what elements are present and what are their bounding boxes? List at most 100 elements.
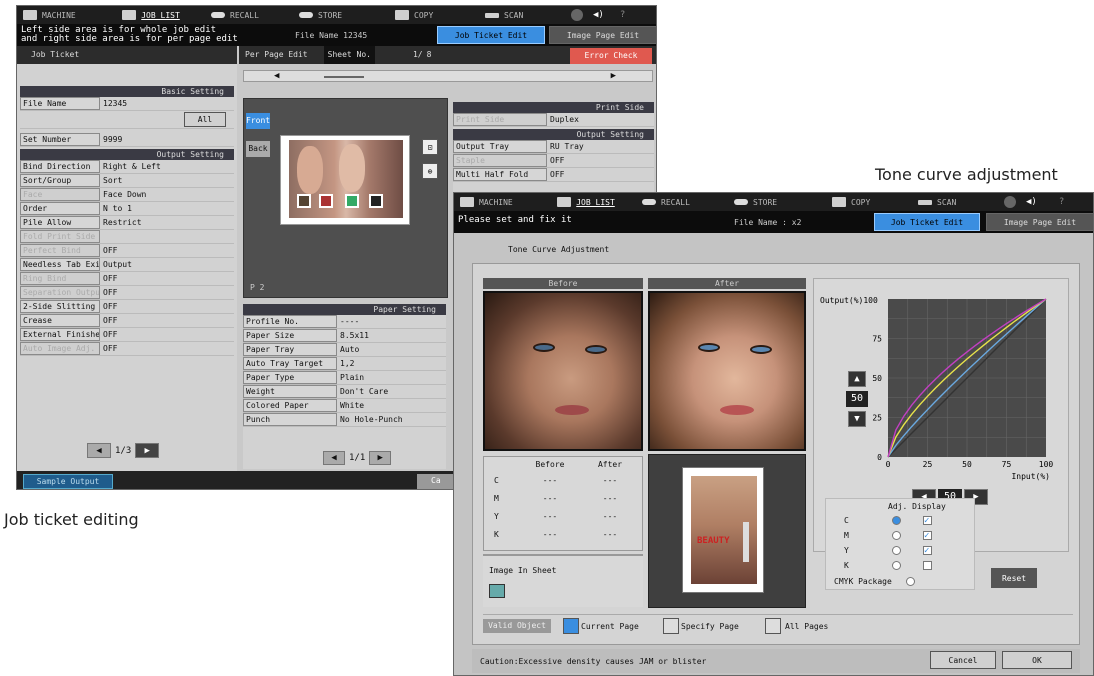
setting-button[interactable]: Bind Direction xyxy=(20,160,100,173)
zoom-fit-icon[interactable]: ⊡ xyxy=(422,139,438,155)
output-setting-button[interactable]: Multi Half Fold xyxy=(453,168,547,181)
pager-right: ◀ 1/1 ▶ xyxy=(323,451,392,465)
setting-button[interactable]: Separation Output xyxy=(20,286,100,299)
back-button[interactable]: Back xyxy=(246,141,270,157)
tab-copy[interactable]: COPY xyxy=(389,6,479,24)
set-number-button[interactable]: Set Number xyxy=(20,133,100,146)
paper-row: Punch No Hole-Punch xyxy=(243,413,446,427)
paper-row: Weight Don't Care xyxy=(243,385,446,399)
adj-radio[interactable] xyxy=(892,546,901,555)
prev-page-button[interactable]: ◀ xyxy=(87,443,111,458)
paper-setting-button[interactable]: Colored Paper xyxy=(243,399,337,412)
tab-scan[interactable]: SCAN xyxy=(479,6,569,24)
cancel-button[interactable]: Cancel xyxy=(930,651,996,669)
display-checkbox[interactable] xyxy=(923,561,932,570)
file-name-button[interactable]: File Name xyxy=(20,97,100,110)
help-icon[interactable]: ? xyxy=(1059,197,1064,207)
adj-radio[interactable] xyxy=(892,516,901,525)
paper-setting-button[interactable]: Profile No. xyxy=(243,315,337,328)
front-button[interactable]: Front xyxy=(246,113,270,129)
setting-value: OFF xyxy=(103,344,118,353)
setting-value: OFF xyxy=(103,330,118,339)
tab-store-2[interactable]: STORE xyxy=(728,193,826,211)
ok-button[interactable]: OK xyxy=(1002,651,1072,669)
sheet-no-field[interactable]: Sheet No. xyxy=(323,46,375,64)
error-check-button[interactable]: Error Check xyxy=(570,48,652,64)
adj-radio[interactable] xyxy=(892,531,901,540)
print-side-button[interactable]: Print Side xyxy=(453,113,547,126)
output-up-button[interactable]: ▲ xyxy=(848,371,866,387)
paper-prev-button[interactable]: ◀ xyxy=(323,451,345,465)
setting-button[interactable]: Auto Image Adj. xyxy=(20,342,100,355)
globe-icon[interactable] xyxy=(1004,196,1016,208)
setting-row: Pile Allow Restrict xyxy=(20,216,234,230)
tab-machine[interactable]: MACHINE xyxy=(17,6,97,24)
paper-setting-button[interactable]: Paper Size xyxy=(243,329,337,342)
job-ticket-edit-tab-2[interactable]: Job Ticket Edit xyxy=(874,213,980,231)
sample-output-button[interactable]: Sample Output xyxy=(23,474,113,489)
setting-button[interactable]: Needless Tab Exit xyxy=(20,258,100,271)
job-ticket-edit-tab[interactable]: Job Ticket Edit xyxy=(437,26,545,44)
setting-button[interactable]: Perfect Bind xyxy=(20,244,100,257)
paper-setting-button[interactable]: Punch xyxy=(243,413,337,426)
tab-scan-2[interactable]: SCAN xyxy=(912,193,1000,211)
display-checkbox[interactable]: ✓ xyxy=(923,546,932,556)
two-women-photo xyxy=(289,140,403,218)
paper-setting-button[interactable]: Auto Tray Target xyxy=(243,357,337,370)
current-page-checkbox[interactable] xyxy=(563,618,579,634)
speaker-icon[interactable]: ◀) xyxy=(1026,197,1037,207)
display-checkbox[interactable]: ✓ xyxy=(923,531,932,541)
setting-row: Face Face Down xyxy=(20,188,234,202)
speaker-icon[interactable]: ◀) xyxy=(593,10,604,20)
globe-icon[interactable] xyxy=(571,9,583,21)
tab-recall[interactable]: RECALL xyxy=(205,6,293,24)
setting-button[interactable]: 2-Side Slitting xyxy=(20,300,100,313)
setting-button[interactable]: Sort/Group xyxy=(20,174,100,187)
reset-button[interactable]: Reset xyxy=(991,568,1037,588)
paper-setting-button[interactable]: Weight xyxy=(243,385,337,398)
tab-job-list[interactable]: JOB LIST xyxy=(97,6,205,24)
tab-recall-2[interactable]: RECALL xyxy=(636,193,728,211)
cmyk-package-radio[interactable] xyxy=(906,577,915,586)
output-setting-value: OFF xyxy=(550,170,565,179)
y-axis-label: Output(%)100 xyxy=(820,296,878,305)
paper-setting-button[interactable]: Paper Tray xyxy=(243,343,337,356)
page-scrollbar[interactable]: ◀ ▶ xyxy=(243,70,653,82)
setting-row: Sort/Group Sort xyxy=(20,174,234,188)
image-page-edit-tab[interactable]: Image Page Edit xyxy=(549,26,656,44)
tab-store[interactable]: STORE xyxy=(293,6,389,24)
setting-button[interactable]: Face xyxy=(20,188,100,201)
density-table: Before After C --- --- M --- --- Y --- --- K --- --- xyxy=(483,456,643,551)
output-setting-button[interactable]: Output Tray xyxy=(453,140,547,153)
output-down-button[interactable]: ▼ xyxy=(848,411,866,427)
output-value[interactable]: 50 xyxy=(846,391,868,407)
setting-button[interactable]: External Finisher xyxy=(20,328,100,341)
setting-row: Fold Print Side xyxy=(20,230,234,244)
help-icon[interactable]: ? xyxy=(620,10,625,20)
paper-row: Paper Size 8.5x11 xyxy=(243,329,446,343)
tab-job-list-2[interactable]: JOB LIST xyxy=(536,193,636,211)
output-setting-button[interactable]: Staple xyxy=(453,154,547,167)
all-pages-checkbox[interactable] xyxy=(765,618,781,634)
setting-button[interactable]: Ring Bind xyxy=(20,272,100,285)
next-page-button[interactable]: ▶ xyxy=(135,443,160,458)
page-preview: Front Back ⊡ ⊕ P 2 xyxy=(243,98,448,298)
setting-button[interactable]: Fold Print Side xyxy=(20,230,100,243)
setting-button[interactable]: Crease xyxy=(20,314,100,327)
tone-curve-screen: MACHINE JOB LIST RECALL STORE COPY SCAN … xyxy=(453,192,1094,676)
paper-setting-button[interactable]: Paper Type xyxy=(243,371,337,384)
adj-radio[interactable] xyxy=(892,561,901,570)
specify-page-checkbox[interactable] xyxy=(663,618,679,634)
image-in-sheet-icon[interactable] xyxy=(489,584,505,598)
tab-machine-2[interactable]: MACHINE xyxy=(454,193,536,211)
all-button[interactable]: All xyxy=(184,112,226,127)
setting-button[interactable]: Order xyxy=(20,202,100,215)
zoom-in-icon[interactable]: ⊕ xyxy=(422,163,438,179)
sheet-preview: BEAUTY xyxy=(648,454,806,608)
setting-button[interactable]: Pile Allow xyxy=(20,216,100,229)
paper-next-button[interactable]: ▶ xyxy=(369,451,392,465)
x-tick-label: 25 xyxy=(923,460,933,469)
display-checkbox[interactable]: ✓ xyxy=(923,516,932,526)
tab-copy-2[interactable]: COPY xyxy=(826,193,912,211)
image-page-edit-tab-2[interactable]: Image Page Edit xyxy=(986,213,1093,231)
